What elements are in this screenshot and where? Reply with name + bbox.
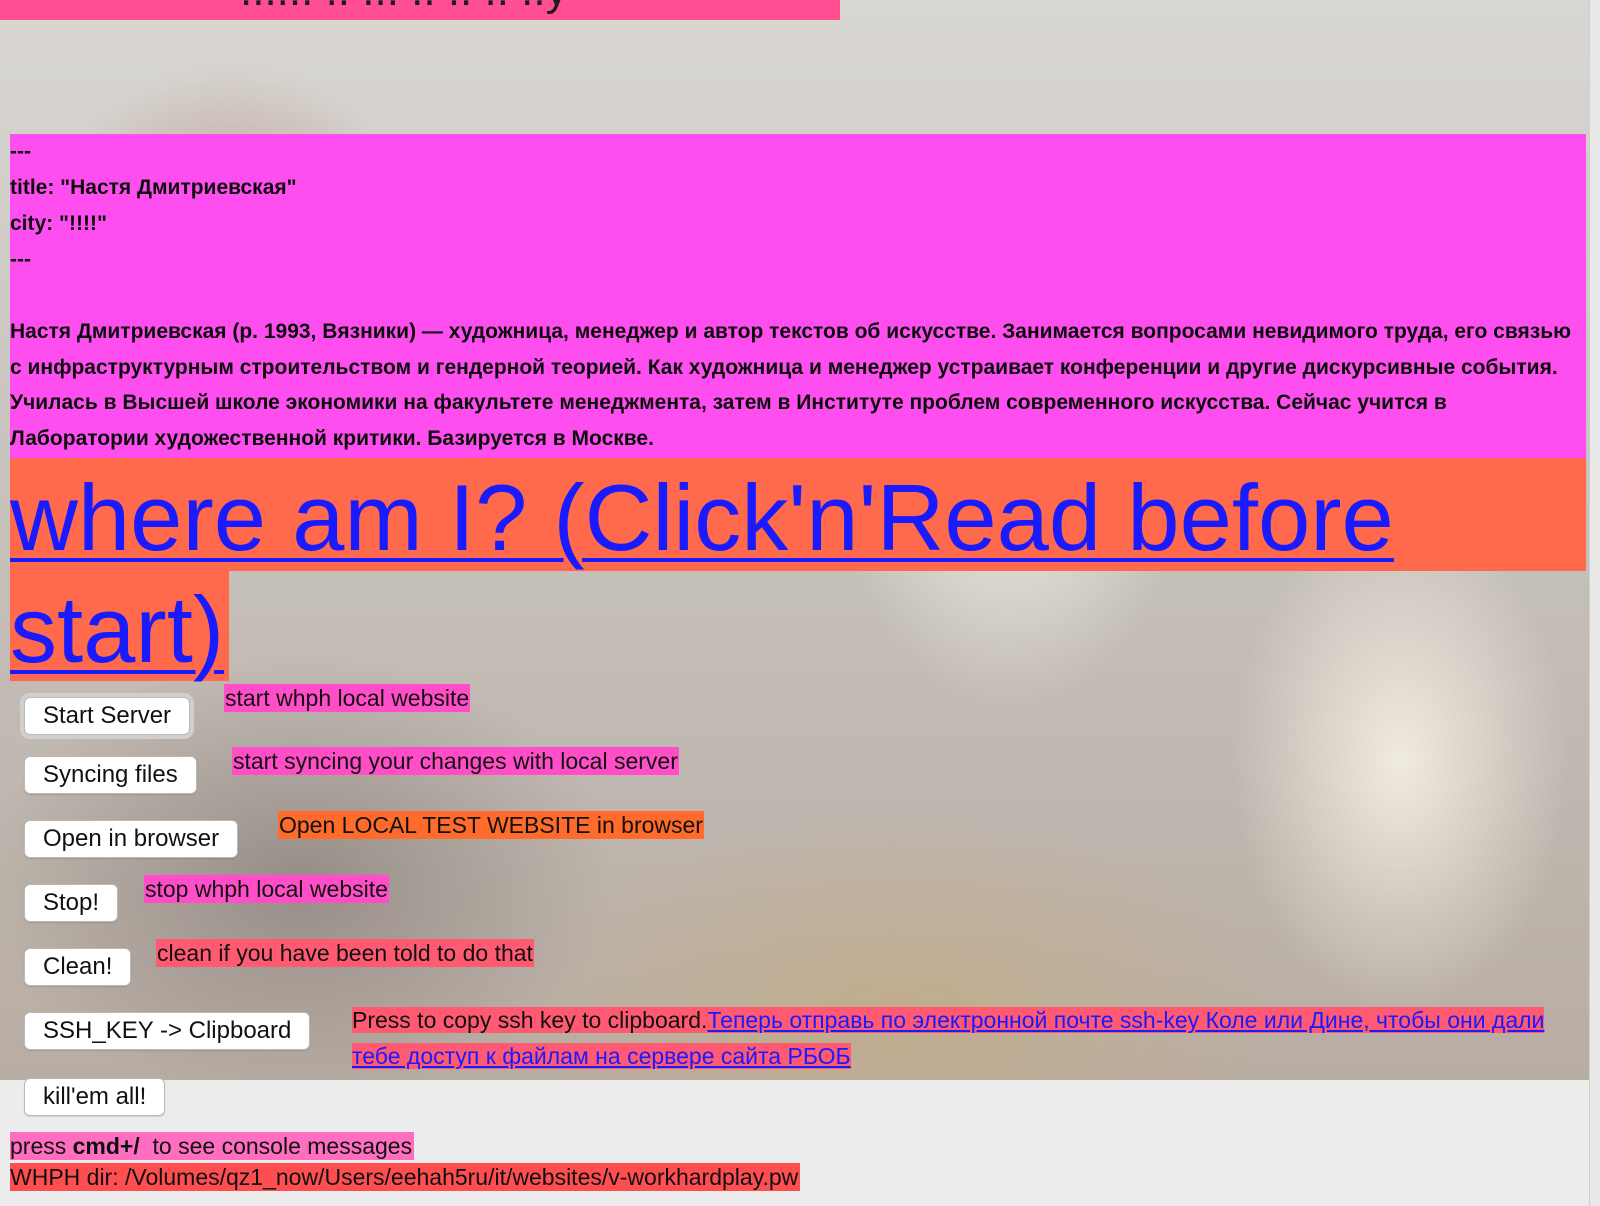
stop-button[interactable]: Stop! xyxy=(24,884,119,922)
frontmatter-block: --- title: "Настя Дмитриевская" city: "!… xyxy=(10,134,1586,459)
bio-text: Настя Дмитриевская (р. 1993, Вязники) — … xyxy=(10,320,1572,450)
frontmatter-separator-close: --- xyxy=(10,248,31,271)
top-cropped-heading: ...... .. ... .. .. .. ..y xyxy=(0,0,840,20)
console-hint-suffix: to see console messages xyxy=(139,1133,413,1159)
start-server-description: start whph local website xyxy=(224,684,471,712)
where-am-i-link[interactable]: where am I? (Click'n'Read before start) xyxy=(10,462,1510,686)
kill-all-button[interactable]: kill'em all! xyxy=(24,1078,166,1116)
open-in-browser-description: Open LOCAL TEST WEBSITE in browser xyxy=(278,811,704,839)
frontmatter-city: city: "!!!!" xyxy=(10,212,107,235)
syncing-files-description: start syncing your changes with local se… xyxy=(232,747,679,775)
clean-description: clean if you have been told to do that xyxy=(156,939,534,967)
console-hint-prefix: press xyxy=(10,1133,73,1159)
console-hint-shortcut: cmd+/ xyxy=(72,1133,140,1159)
open-in-browser-button[interactable]: Open in browser xyxy=(24,820,239,858)
frontmatter-title: title: "Настя Дмитриевская" xyxy=(10,176,297,199)
clean-button[interactable]: Clean! xyxy=(24,948,132,986)
ssh-key-description-text: Press to copy ssh key to clipboard. xyxy=(352,1007,708,1033)
frontmatter-separator-open: --- xyxy=(10,140,31,163)
whph-dir-path: WHPH dir: /Volumes/qz1_now/Users/eehah5r… xyxy=(10,1163,801,1191)
window-edge xyxy=(1589,0,1600,1206)
top-cropped-heading-text: ...... .. ... .. .. .. ..y xyxy=(240,0,568,16)
start-server-button[interactable]: Start Server xyxy=(24,697,191,735)
ssh-key-description: Press to copy ssh key to clipboard.Тепер… xyxy=(352,1002,1586,1074)
console-hint: press cmd+/ to see console messages xyxy=(10,1132,415,1160)
stop-description: stop whph local website xyxy=(144,875,389,903)
ssh-key-clipboard-button[interactable]: SSH_KEY -> Clipboard xyxy=(24,1012,311,1050)
syncing-files-button[interactable]: Syncing files xyxy=(24,756,197,794)
